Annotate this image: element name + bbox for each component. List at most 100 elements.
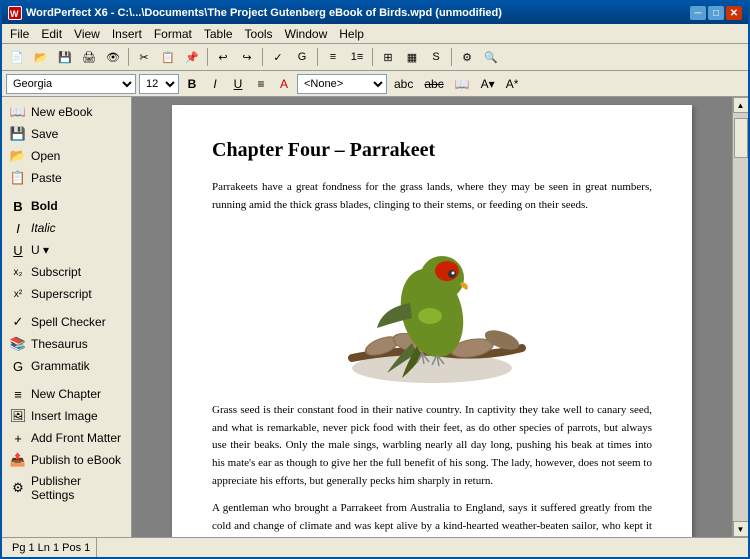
macro-btn[interactable]: ⚙ bbox=[456, 46, 478, 68]
sidebar-superscript[interactable]: x² Superscript bbox=[2, 283, 131, 305]
menu-tools[interactable]: Tools bbox=[239, 25, 279, 43]
save-icon: 💾 bbox=[10, 126, 26, 142]
scroll-track[interactable] bbox=[733, 113, 749, 521]
styles-btn[interactable]: S bbox=[425, 46, 447, 68]
title-controls: ─ □ ✕ bbox=[690, 6, 742, 20]
new-button[interactable]: 📄 bbox=[6, 46, 28, 68]
style-selector[interactable]: <None> bbox=[297, 74, 387, 94]
bullets-btn[interactable]: ≡ bbox=[322, 46, 344, 68]
copy-btn[interactable]: 📋 bbox=[157, 46, 179, 68]
scroll-thumb[interactable] bbox=[734, 118, 748, 158]
align-left-button[interactable]: ≡ bbox=[251, 74, 271, 94]
sidebar-open[interactable]: 📂 Open bbox=[2, 145, 131, 167]
sidebar-paste-label: Paste bbox=[31, 171, 62, 185]
sidebar-new-chapter[interactable]: ≡ New Chapter bbox=[2, 383, 131, 405]
spell-checker-icon: ✓ bbox=[10, 314, 26, 330]
undo-btn[interactable]: ↩ bbox=[212, 46, 234, 68]
thesaurus-quick-btn[interactable]: 📖 bbox=[451, 74, 474, 94]
sidebar-thesaurus[interactable]: 📚 Thesaurus bbox=[2, 333, 131, 355]
sidebar-bold[interactable]: B Bold bbox=[2, 195, 131, 217]
bold-button[interactable]: B bbox=[182, 74, 202, 94]
print-btn[interactable]: 🖨 bbox=[78, 46, 100, 68]
scroll-down-button[interactable]: ▼ bbox=[733, 521, 749, 537]
subscript-icon: x₂ bbox=[10, 264, 26, 280]
toolbar-row-1: 📄 📂 💾 🖨 👁 ✂ 📋 📌 ↩ ↪ ✓ G ≡ 1≡ ⊞ ▦ S ⚙ 🔍 bbox=[2, 44, 748, 70]
sidebar-save-label: Save bbox=[31, 127, 58, 141]
sidebar-add-front-matter-label: Add Front Matter bbox=[31, 431, 121, 445]
sidebar-publish-ebook[interactable]: 📤 Publish to eBook bbox=[2, 449, 131, 471]
spell-btn[interactable]: ✓ bbox=[267, 46, 289, 68]
document-page[interactable]: Chapter Four – Parrakeet Parrakeets have… bbox=[172, 105, 692, 537]
sidebar-new-ebook-label: New eBook bbox=[31, 105, 92, 119]
maximize-button[interactable]: □ bbox=[708, 6, 724, 20]
paste-btn[interactable]: 📌 bbox=[181, 46, 203, 68]
menu-view[interactable]: View bbox=[68, 25, 106, 43]
menu-file[interactable]: File bbox=[4, 25, 35, 43]
menu-table[interactable]: Table bbox=[198, 25, 239, 43]
format-bar: Georgia 12 B I U ≡ A <None> abc abc 📖 A▾… bbox=[2, 71, 748, 97]
italic-button[interactable]: I bbox=[205, 74, 225, 94]
sidebar-open-label: Open bbox=[31, 149, 60, 163]
sidebar-add-front-matter[interactable]: + Add Front Matter bbox=[2, 427, 131, 449]
window-title: WordPerfect X6 - C:\...\Documents\The Pr… bbox=[26, 7, 502, 19]
cut-btn[interactable]: ✂ bbox=[133, 46, 155, 68]
toolbar-separator-4 bbox=[317, 48, 318, 66]
right-scrollbar[interactable]: ▲ ▼ bbox=[732, 97, 748, 537]
sidebar-subscript[interactable]: x₂ Subscript bbox=[2, 261, 131, 283]
superscript-icon: x² bbox=[10, 286, 26, 302]
thesaurus-icon: 📚 bbox=[10, 336, 26, 352]
sidebar-new-ebook[interactable]: 📖 New eBook bbox=[2, 101, 131, 123]
grammar-btn[interactable]: G bbox=[291, 46, 313, 68]
sidebar-publisher-settings[interactable]: ⚙ Publisher Settings bbox=[2, 471, 131, 505]
close-button[interactable]: ✕ bbox=[726, 6, 742, 20]
menu-window[interactable]: Window bbox=[279, 25, 334, 43]
new-ebook-icon: 📖 bbox=[10, 104, 26, 120]
abc-strikethrough-btn[interactable]: abc bbox=[420, 74, 447, 94]
sidebar-publisher-settings-label: Publisher Settings bbox=[31, 474, 123, 502]
bird-illustration bbox=[212, 228, 652, 388]
font-selector[interactable]: Georgia bbox=[6, 74, 136, 94]
status-info: Pg 1 Ln 1 Pos 1 bbox=[6, 538, 97, 557]
toolbar-separator-6 bbox=[451, 48, 452, 66]
save-btn[interactable]: 💾 bbox=[54, 46, 76, 68]
sidebar-bold-label: Bold bbox=[31, 199, 58, 213]
underline-button[interactable]: U bbox=[228, 74, 248, 94]
toolbar-separator-1 bbox=[128, 48, 129, 66]
left-sidebar: 📖 New eBook 💾 Save 📂 Open 📋 Paste B Bold bbox=[2, 97, 132, 537]
columns-btn[interactable]: ▦ bbox=[401, 46, 423, 68]
abc-check-btn[interactable]: abc bbox=[390, 74, 417, 94]
new-chapter-icon: ≡ bbox=[10, 386, 26, 402]
toolbar-separator-5 bbox=[372, 48, 373, 66]
menu-help[interactable]: Help bbox=[333, 25, 370, 43]
paste-icon: 📋 bbox=[10, 170, 26, 186]
menu-edit[interactable]: Edit bbox=[35, 25, 68, 43]
print-preview-btn[interactable]: 👁 bbox=[102, 46, 124, 68]
font-effects-btn[interactable]: A* bbox=[502, 74, 523, 94]
menu-insert[interactable]: Insert bbox=[106, 25, 148, 43]
minimize-button[interactable]: ─ bbox=[690, 6, 706, 20]
bold-icon: B bbox=[10, 198, 26, 214]
document-area[interactable]: Chapter Four – Parrakeet Parrakeets have… bbox=[132, 97, 732, 537]
sidebar-italic[interactable]: I Italic bbox=[2, 217, 131, 239]
open-btn[interactable]: 📂 bbox=[30, 46, 52, 68]
sidebar-underline[interactable]: U U ▾ bbox=[2, 239, 131, 261]
sidebar-grammatik-label: Grammatik bbox=[31, 359, 90, 373]
scroll-up-button[interactable]: ▲ bbox=[733, 97, 749, 113]
numbering-btn[interactable]: 1≡ bbox=[346, 46, 368, 68]
sidebar-save[interactable]: 💾 Save bbox=[2, 123, 131, 145]
sidebar-paste[interactable]: 📋 Paste bbox=[2, 167, 131, 189]
paragraph-1: Parrakeets have a great fondness for the… bbox=[212, 179, 652, 214]
chapter-title: Chapter Four – Parrakeet bbox=[212, 135, 652, 165]
color-button[interactable]: A bbox=[274, 74, 294, 94]
find-btn[interactable]: 🔍 bbox=[480, 46, 502, 68]
redo-btn[interactable]: ↪ bbox=[236, 46, 258, 68]
table-btn[interactable]: ⊞ bbox=[377, 46, 399, 68]
highlight-btn[interactable]: A▾ bbox=[477, 74, 499, 94]
sidebar-grammatik[interactable]: G Grammatik bbox=[2, 355, 131, 377]
sidebar-insert-image-label: Insert Image bbox=[31, 409, 98, 423]
size-selector[interactable]: 12 bbox=[139, 74, 179, 94]
sidebar-spell-checker[interactable]: ✓ Spell Checker bbox=[2, 311, 131, 333]
title-bar-left: W WordPerfect X6 - C:\...\Documents\The … bbox=[8, 6, 502, 20]
sidebar-insert-image[interactable]: 🖼 Insert Image bbox=[2, 405, 131, 427]
menu-format[interactable]: Format bbox=[148, 25, 198, 43]
